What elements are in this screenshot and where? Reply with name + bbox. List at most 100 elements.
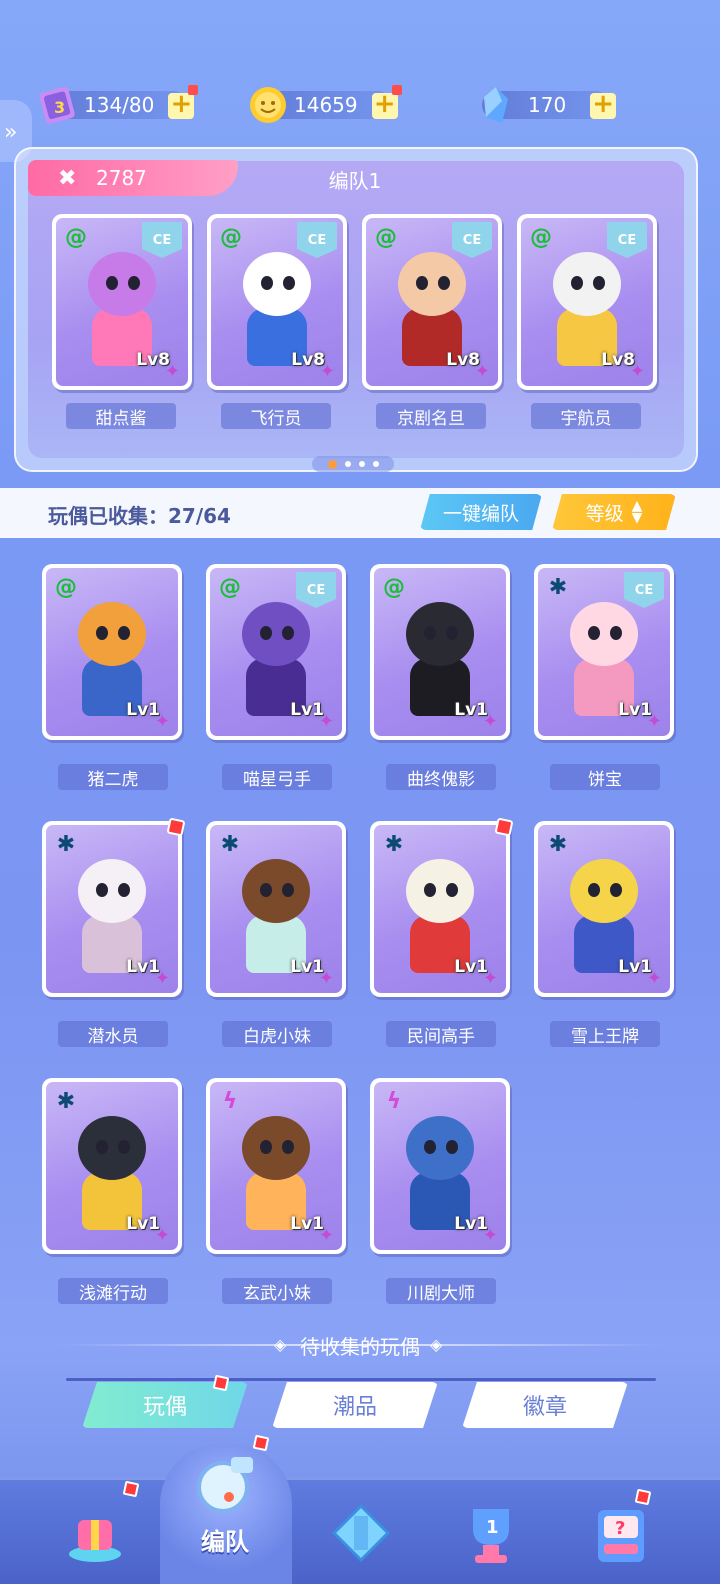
doll-card[interactable]: ϟ Lv1 ✦ <box>206 1078 350 1258</box>
diamond-icon: ◈ <box>274 1335 287 1354</box>
doll-portrait: ✱ Lv1 ✦ <box>46 825 178 993</box>
doll-portrait: ϟ Lv1 ✦ <box>374 1082 506 1250</box>
doll-card[interactable]: ✱ Lv1 ✦ <box>370 817 514 1001</box>
gamepad-icon <box>331 1503 391 1563</box>
doll-portrait: ✱ Lv1 ✦ <box>210 825 342 993</box>
diamond-icon: ◈ <box>430 1335 443 1354</box>
nav-ranking[interactable]: 1 <box>446 1488 536 1578</box>
notification-flag <box>494 817 514 837</box>
tab-trendy[interactable]: 潮品 <box>272 1382 438 1428</box>
sparkle-icon: ✦ <box>164 361 180 382</box>
add-stamina-button[interactable]: + <box>168 91 195 119</box>
sort-level-button[interactable]: 等级 ▲ ▼ <box>552 494 676 530</box>
doll-card[interactable]: ϟ Lv1 ✦ <box>370 1078 514 1258</box>
coin-resource: 14659 + <box>250 85 402 123</box>
doll-portrait: @ CE Lv1 ✦ <box>210 568 342 736</box>
notification-flag <box>166 817 186 837</box>
doll-card[interactable]: @ CE Lv8 ✦ <box>52 214 196 394</box>
tabs-track <box>66 1378 656 1381</box>
nav-mystery-box[interactable]: ? <box>576 1488 666 1578</box>
one-click-team-label: 一键编队 <box>442 502 519 525</box>
sparkle-icon: ✦ <box>482 1225 498 1246</box>
card-frame: @ CE Lv8 ✦ <box>517 214 657 390</box>
tab-badges[interactable]: 徽章 <box>462 1382 628 1428</box>
team-pager[interactable] <box>312 456 394 472</box>
doll-card[interactable]: @ CE Lv8 ✦ <box>362 214 506 394</box>
card-frame: @ CE Lv8 ✦ <box>207 214 347 390</box>
doll-name: 甜点酱 <box>66 403 176 429</box>
bolt-element-icon: ϟ <box>222 1089 238 1114</box>
doll-card[interactable]: ✱ Lv1 ✦ <box>206 821 350 1001</box>
doll-name: 飞行员 <box>221 403 331 429</box>
card-frame: ϟ Lv1 ✦ <box>206 1078 346 1254</box>
gem-value: 170 <box>528 93 567 117</box>
star-element-icon: ✱ <box>548 832 568 857</box>
doll-card[interactable]: @ Lv1 ✦ <box>370 564 514 744</box>
sparkle-icon: ✦ <box>646 711 662 732</box>
doll-portrait: @ CE Lv8 ✦ <box>521 218 653 386</box>
collection-progress: 玩偶已收集：27/64 <box>48 504 231 528</box>
doll-portrait: @ CE Lv8 ✦ <box>366 218 498 386</box>
nav-gift[interactable] <box>50 1488 140 1578</box>
card-frame: @ Lv1 ✦ <box>42 564 182 740</box>
doll-card[interactable]: @ CE Lv1 ✦ <box>206 564 350 744</box>
star-element-icon: ✱ <box>384 832 404 857</box>
ticket-icon: 3 <box>39 86 75 124</box>
doll-name: 川剧大师 <box>386 1278 496 1304</box>
doll-card[interactable]: @ CE Lv8 ✦ <box>517 214 661 394</box>
doll-portrait: ϟ Lv1 ✦ <box>210 1082 342 1250</box>
nav-team[interactable] <box>178 1438 268 1528</box>
team-power-badge: ✖ 2787 <box>28 160 238 196</box>
notification-flag <box>391 85 402 95</box>
card-frame: ϟ Lv1 ✦ <box>370 1078 510 1254</box>
card-frame: @ Lv1 ✦ <box>370 564 510 740</box>
doll-card[interactable]: ✱ Lv1 ✦ <box>534 821 678 1001</box>
add-gems-button[interactable]: + <box>590 91 617 119</box>
card-frame: ✱ Lv1 ✦ <box>534 821 674 997</box>
doll-card[interactable]: @ CE Lv8 ✦ <box>207 214 351 394</box>
sparkle-icon: ✦ <box>629 361 645 382</box>
card-frame: @ CE Lv8 ✦ <box>52 214 192 390</box>
one-click-team-button[interactable]: 一键编队 <box>420 494 542 530</box>
doll-name: 曲终傀影 <box>386 764 496 790</box>
chevron-right-icon: » <box>4 120 18 145</box>
whistle-icon <box>197 1457 253 1513</box>
star-element-icon: ✱ <box>548 575 568 600</box>
spiral-element-icon: @ <box>530 225 552 250</box>
crystal-icon <box>484 87 508 123</box>
doll-name: 潜水员 <box>58 1021 168 1047</box>
doll-portrait: @ Lv1 ✦ <box>46 568 178 736</box>
sparkle-icon: ✦ <box>482 711 498 732</box>
gem-resource: 170 + <box>482 87 617 123</box>
doll-card[interactable]: ✱ Lv1 ✦ <box>42 817 186 1001</box>
card-frame: ✱ Lv1 ✦ <box>206 821 346 997</box>
star-element-icon: ✱ <box>56 832 76 857</box>
crossed-swords-icon: ✖ <box>58 166 77 191</box>
add-coins-button[interactable]: + <box>371 91 398 119</box>
doll-portrait: ✱ Lv1 ✦ <box>538 825 670 993</box>
card-frame: ✱ CE Lv1 ✦ <box>534 564 674 740</box>
doll-card[interactable]: ✱ Lv1 ✦ <box>42 1078 186 1258</box>
card-frame: ✱ Lv1 ✦ <box>42 821 182 997</box>
notification-flag <box>122 1480 140 1498</box>
doll-name: 白虎小妹 <box>222 1021 332 1047</box>
sparkle-icon: ✦ <box>154 711 170 732</box>
sparkle-icon: ✦ <box>318 1225 334 1246</box>
spiral-element-icon: @ <box>55 575 77 600</box>
spiral-element-icon: @ <box>65 225 87 250</box>
notification-flag <box>634 1488 652 1506</box>
sparkle-icon: ✦ <box>154 1225 170 1246</box>
sparkle-icon: ✦ <box>482 968 498 989</box>
tab-badges-label: 徽章 <box>522 1395 567 1420</box>
doll-portrait: ✱ CE Lv1 ✦ <box>538 568 670 736</box>
doll-card[interactable]: ✱ CE Lv1 ✦ <box>534 564 678 744</box>
svg-text:1: 1 <box>486 1517 499 1538</box>
sparkle-icon: ✦ <box>474 361 490 382</box>
sort-arrows-icon: ▲ ▼ <box>631 498 643 526</box>
doll-card[interactable]: @ Lv1 ✦ <box>42 564 186 744</box>
nav-games[interactable] <box>316 1488 406 1578</box>
pending-dolls-title: 待收集的玩偶 <box>300 1335 420 1359</box>
team-title: 编队1 <box>328 169 382 193</box>
gift-icon <box>69 1520 121 1562</box>
mystery-box-icon: ? <box>598 1510 644 1562</box>
